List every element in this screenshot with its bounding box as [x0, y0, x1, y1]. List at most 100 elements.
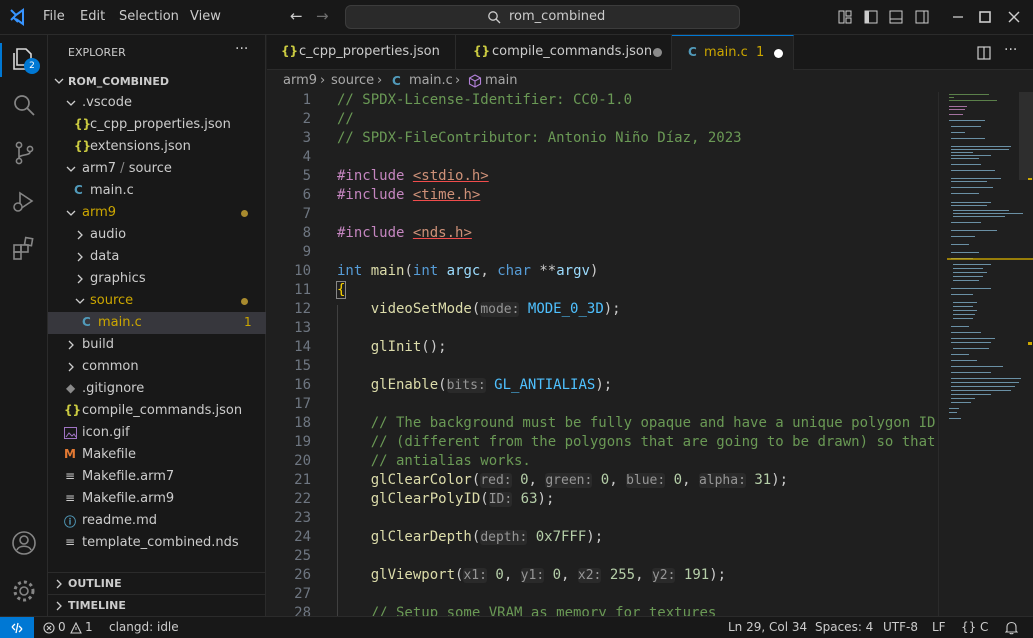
notifications-bell-icon[interactable]	[1005, 621, 1018, 635]
forward-arrow-icon[interactable]: →	[316, 7, 329, 25]
tree-file-extensions[interactable]: {} extensions.json	[48, 136, 266, 158]
toggle-secondary-sidebar-icon[interactable]	[915, 10, 929, 24]
line-number: 11	[294, 282, 311, 298]
tree-folder-data[interactable]: data	[48, 246, 266, 268]
language-mode[interactable]: C	[980, 620, 988, 634]
tree-file-readme[interactable]: ⓘ readme.md	[48, 510, 266, 532]
tab-c-cpp-properties[interactable]: {} c_cpp_properties.json	[267, 35, 456, 70]
source-control-icon[interactable]	[10, 139, 38, 167]
json-icon: {}	[74, 117, 92, 131]
explorer-sidebar: EXPLORER ··· ROM_COMBINED .vscode {} c_c…	[48, 35, 266, 616]
tree-folder-common[interactable]: common	[48, 356, 266, 378]
extensions-icon[interactable]	[10, 235, 38, 263]
cursor-position[interactable]: Ln 29, Col 34	[728, 620, 807, 634]
tree-file-compile-commands[interactable]: {} compile_commands.json	[48, 400, 266, 422]
minimize-icon[interactable]	[951, 10, 965, 24]
clangd-status[interactable]: clangd: idle	[109, 620, 179, 634]
error-count[interactable]: 0	[58, 620, 66, 634]
tab-main-c[interactable]: C main.c 1	[672, 35, 794, 70]
line-number: 22	[294, 491, 311, 507]
c-file-icon: C	[688, 45, 697, 59]
tree-file-makefile[interactable]: M Makefile	[48, 444, 266, 466]
menu-view[interactable]: View	[190, 9, 221, 24]
remote-indicator[interactable]	[0, 617, 34, 638]
manage-gear-icon[interactable]	[10, 577, 38, 605]
line-number: 23	[294, 510, 311, 526]
tree-file-icon-gif[interactable]: icon.gif	[48, 422, 266, 444]
line-number: 12	[294, 301, 311, 317]
menu-edit[interactable]: Edit	[80, 9, 105, 24]
breadcrumb: arm9 › source › C main.c › main	[267, 70, 1033, 92]
json-icon: {}	[473, 44, 491, 58]
tree-file-makefile-arm9[interactable]: ≡ Makefile.arm9	[48, 488, 266, 510]
unsaved-dot[interactable]	[774, 49, 783, 58]
tree-folder-arm9-source[interactable]: source	[48, 290, 266, 312]
code-line: glViewport(x1: 0, y1: 0, x2: 255, y2: 19…	[370, 567, 727, 583]
line-number: 9	[302, 244, 311, 260]
encoding[interactable]: UTF-8	[883, 620, 918, 634]
tab-compile-commands[interactable]: {} compile_commands.json	[456, 35, 672, 70]
command-center-search[interactable]: rom_combined	[345, 5, 740, 29]
code-line: // Setup some VRAM as memory for texture…	[370, 605, 717, 616]
unsaved-dot[interactable]	[653, 48, 662, 57]
tree-file-template-nds[interactable]: ≡ template_combined.nds	[48, 532, 266, 554]
json-icon: {}	[281, 44, 299, 58]
tree-file-makefile-arm7[interactable]: ≡ Makefile.arm7	[48, 466, 266, 488]
tree-folder-arm7-source[interactable]: arm7 / source	[48, 158, 266, 180]
root-folder[interactable]: ROM_COMBINED	[48, 70, 266, 92]
breadcrumb-main[interactable]: main	[485, 73, 517, 88]
chevron-right-icon	[77, 230, 83, 240]
warning-count[interactable]: 1	[85, 620, 93, 634]
code-line: glClearPolyID(ID: 63);	[370, 491, 555, 507]
activity-bar: 2	[0, 35, 48, 616]
chevron-right-icon	[77, 252, 83, 262]
indentation[interactable]: Spaces: 4	[815, 620, 873, 634]
breadcrumb-main-c[interactable]: main.c	[409, 73, 453, 88]
c-file-icon: C	[392, 74, 401, 88]
close-window-icon[interactable]	[1007, 10, 1021, 24]
chevron-down-icon	[66, 210, 76, 216]
active-indicator	[0, 43, 2, 77]
language-mode-icon: {}	[961, 620, 977, 634]
error-icon[interactable]	[43, 622, 55, 634]
code-line: #include <stdio.h>	[337, 168, 489, 184]
tree-file-arm9-main-c[interactable]: C main.c 1	[48, 312, 266, 334]
tree-folder-audio[interactable]: audio	[48, 224, 266, 246]
maximize-icon[interactable]	[978, 10, 992, 24]
search-icon	[488, 11, 501, 24]
breadcrumb-arm9[interactable]: arm9	[283, 73, 317, 88]
split-editor-icon[interactable]	[977, 46, 991, 60]
minimap-preview	[947, 92, 1033, 419]
line-ending[interactable]: LF	[932, 620, 946, 634]
menu-file[interactable]: File	[43, 9, 65, 24]
breadcrumb-source[interactable]: source	[331, 73, 374, 88]
tree-file-c-cpp-properties[interactable]: {} c_cpp_properties.json	[48, 114, 266, 136]
menu-selection[interactable]: Selection	[119, 9, 179, 24]
warning-icon[interactable]	[70, 622, 82, 634]
tree-folder-vscode[interactable]: .vscode	[48, 92, 266, 114]
accounts-icon[interactable]	[10, 529, 38, 557]
run-debug-icon[interactable]	[10, 187, 38, 215]
tree-folder-arm9[interactable]: arm9	[48, 202, 266, 224]
layout-customize-icon[interactable]	[838, 10, 852, 24]
toggle-panel-icon[interactable]	[889, 10, 903, 24]
more-actions-icon[interactable]: ···	[235, 41, 248, 57]
toggle-primary-sidebar-icon[interactable]	[864, 10, 878, 24]
outline-section[interactable]: OUTLINE	[48, 572, 266, 594]
vscode-logo-icon[interactable]	[8, 8, 26, 26]
search-view-icon[interactable]	[10, 91, 38, 119]
tree-folder-graphics[interactable]: graphics	[48, 268, 266, 290]
code-editor[interactable]: 1 2 3 4 5 6 7 8 9 10 11 12 13 14 15 16 1…	[267, 92, 938, 616]
back-arrow-icon[interactable]: ←	[290, 7, 303, 25]
timeline-section[interactable]: TIMELINE	[48, 594, 266, 616]
tree-folder-build[interactable]: build	[48, 334, 266, 356]
remote-icon	[11, 622, 23, 634]
minimap[interactable]	[938, 92, 1033, 616]
c-file-icon: C	[74, 183, 83, 197]
code-line: videoSetMode(mode: MODE_0_3D);	[370, 301, 621, 317]
chevron-down-icon	[66, 166, 76, 172]
tree-file-gitignore[interactable]: ◆ .gitignore	[48, 378, 266, 400]
tree-file-arm7-main-c[interactable]: C main.c	[48, 180, 266, 202]
code-line: //	[337, 111, 354, 127]
editor-more-actions-icon[interactable]: ···	[1004, 42, 1017, 58]
